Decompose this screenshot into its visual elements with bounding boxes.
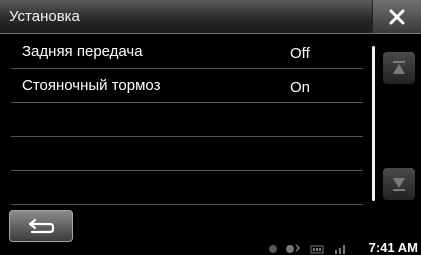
scroll-up-button[interactable] [383,52,415,84]
settings-list: Задняя передача Off Стояночный тормоз On [11,35,363,205]
bluetooth-icon [286,244,301,253]
setting-label: Стояночный тормоз [22,77,161,94]
setting-label: Задняя передача [22,43,143,60]
battery-icon [310,245,324,254]
empty-row [11,171,363,205]
setup-screen: Установка Задняя передача Off Стояночный… [0,0,421,255]
scrollbar[interactable] [372,46,375,201]
setting-row-parking-brake[interactable]: Стояночный тормоз On [11,69,363,103]
close-icon [389,9,405,24]
setting-value: On [290,79,311,96]
setting-value: Off [290,45,310,62]
gps-icon [269,245,277,253]
signal-icon [335,245,345,254]
arrow-up-icon [393,61,405,74]
empty-row [11,137,363,171]
close-button[interactable] [372,0,421,33]
scroll-down-button[interactable] [383,168,415,200]
back-arrow-icon [28,218,55,234]
status-icons [268,244,348,254]
scrollbar-thumb[interactable] [372,46,375,201]
title-bar: Установка [0,0,421,34]
setting-row-reverse[interactable]: Задняя передача Off [11,35,363,69]
clock: 7:41 AM [368,240,418,255]
back-button[interactable] [9,210,73,242]
empty-row [11,103,363,137]
status-bar: 7:41 AM [0,240,421,255]
arrow-down-icon [393,178,405,191]
page-title: Установка [9,8,80,25]
